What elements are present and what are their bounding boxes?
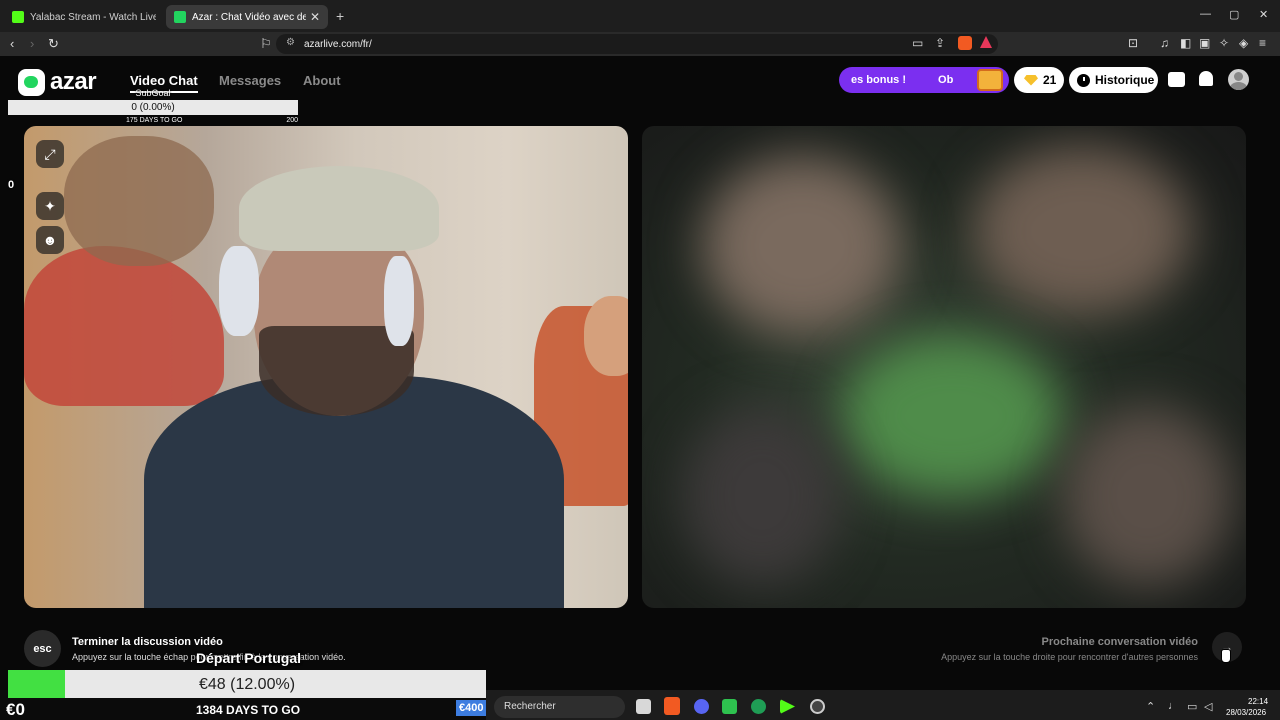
brave-shield-icon[interactable] [958, 36, 972, 50]
leo-ai-icon[interactable]: ✧ [1219, 36, 1229, 50]
wallet-icon[interactable]: ▣ [1199, 36, 1210, 50]
discord-icon[interactable] [694, 699, 709, 714]
network-icon[interactable]: ▭ [1187, 700, 1197, 713]
taskbar-time: 22:14 [1248, 697, 1269, 706]
url-text: azarlive.com/fr/ [304, 38, 372, 50]
partner-video-blurred [642, 126, 1246, 608]
vpn-icon[interactable]: ◈ [1239, 36, 1248, 50]
subgoal-label: SubGoal [135, 88, 171, 98]
donation-goal-bar: €48 (12.00%) [8, 670, 486, 698]
music-icon[interactable]: ♫ [1160, 36, 1169, 50]
tab-kick[interactable]: Yalabac Stream - Watch Live on Kick [4, 5, 164, 29]
effects-wand-icon[interactable]: ✦ [36, 192, 64, 220]
app-flag-icon[interactable] [751, 699, 766, 714]
nav-messages[interactable]: Messages [219, 73, 281, 88]
taskbar-badge: €400 [456, 700, 487, 716]
cast-icon[interactable]: ▭ [912, 36, 923, 50]
tab-title: Yalabac Stream - Watch Live on Kick [30, 11, 156, 23]
task-view-icon[interactable] [636, 699, 651, 714]
painting-face [64, 136, 214, 266]
face-sticker-icon[interactable]: ☻ [36, 226, 64, 254]
minimize-button[interactable]: — [1200, 8, 1211, 20]
app-obs-icon[interactable] [810, 699, 825, 714]
tab-title: Azar : Chat Vidéo avec de no [192, 11, 306, 23]
tray-chevron-icon[interactable]: ⌃ [1146, 700, 1155, 713]
shop-icon[interactable] [1168, 72, 1185, 87]
browser-tab-bar: Yalabac Stream - Watch Live on Kick Azar… [0, 0, 1280, 32]
donation-goal-title: Départ Portugal [196, 650, 302, 666]
gem-icon [1024, 74, 1038, 86]
headphones-left [219, 246, 259, 336]
profile-avatar[interactable] [1228, 69, 1249, 90]
subgoal-footer: 175 DAYS TO GO 200 [8, 115, 298, 127]
close-tab-icon[interactable]: ✕ [310, 10, 320, 24]
clock-icon [1077, 73, 1090, 87]
nav-video-chat[interactable]: Video Chat [130, 73, 198, 93]
brave-browser-icon[interactable] [664, 697, 680, 715]
painting-figure [24, 246, 224, 406]
bonus-text: es bonus ! [851, 74, 907, 86]
subgoal-bar: 0 (0.00%) [8, 100, 298, 115]
taskbar-date: 28/03/2026 [1226, 708, 1267, 717]
bonus-banner[interactable]: es bonus ! Ob [839, 67, 1009, 93]
volume-icon[interactable]: ◁ [1204, 700, 1212, 713]
donation-goal-days: 1384 DAYS TO GO [196, 703, 301, 717]
taskbar-search-input[interactable]: Rechercher [494, 696, 625, 718]
treasure-chest-icon [977, 69, 1003, 91]
blur-patch [682, 406, 842, 586]
next-chat-title: Prochaine conversation vidéo [1041, 636, 1199, 648]
app-green-icon[interactable] [722, 699, 737, 714]
streamer-cap [239, 166, 439, 251]
address-bar[interactable]: ⚙ azarlive.com/fr/ [276, 34, 998, 54]
azar-page: azar Video Chat Messages About es bonus … [0, 56, 1280, 690]
blur-patch [1062, 406, 1232, 586]
maximize-button[interactable]: ▢ [1229, 8, 1239, 21]
gems-button[interactable]: 21 [1014, 67, 1064, 93]
screenshot-icon[interactable]: ⊡ [1128, 36, 1138, 50]
nav-about[interactable]: About [303, 73, 341, 88]
back-icon[interactable]: ‹ [10, 36, 14, 51]
donation-goal-value: €48 (12.00%) [198, 676, 296, 693]
subgoal-max: 200 [286, 117, 298, 124]
bonus-text-2: Ob [938, 74, 954, 86]
self-video: ⤢ ✦ ☻ [24, 126, 628, 608]
browser-toolbar: ‹ › ↻ ⚐ ⚙ azarlive.com/fr/ ▭ ⇪ ⊡ ♫ ◧ ▣ ✧… [0, 32, 1280, 56]
forward-icon[interactable]: › [30, 36, 34, 51]
headphones-right [384, 256, 414, 346]
azar-favicon-icon [174, 11, 186, 23]
close-window-button[interactable]: ✕ [1259, 8, 1268, 21]
painting-face-right [584, 296, 628, 376]
bookmark-icon[interactable]: ⚐ [260, 36, 272, 52]
reload-icon[interactable]: ↻ [48, 36, 59, 52]
history-label: Historique [1095, 73, 1155, 87]
brave-rewards-icon[interactable] [980, 36, 992, 48]
subgoal-min: 0 [8, 179, 15, 191]
share-icon[interactable]: ⇪ [935, 36, 945, 50]
subgoal-overlay: SubGoal 0 (0.00%) 175 DAYS TO GO 200 [8, 88, 298, 127]
next-chat-hint: Appuyez sur la touche droite pour rencon… [941, 652, 1198, 662]
mouse-cursor-icon [1221, 649, 1231, 663]
end-chat-title: Terminer la discussion vidéo [72, 636, 223, 648]
expand-icon[interactable]: ⤢ [36, 140, 64, 168]
blur-patch [972, 146, 1192, 316]
site-settings-icon[interactable]: ⚙ [286, 37, 295, 48]
new-tab-button[interactable]: + [336, 8, 344, 24]
microphone-icon[interactable]: ♩ [1168, 700, 1179, 712]
blur-patch [842, 336, 1062, 496]
menu-icon[interactable]: ≡ [1259, 36, 1266, 50]
kick-favicon-icon [12, 11, 24, 23]
gems-count: 21 [1043, 73, 1057, 87]
notifications-icon[interactable] [1199, 71, 1213, 86]
tab-azar[interactable]: Azar : Chat Vidéo avec de no ✕ [166, 5, 328, 29]
donation-goal-min: €0 [6, 700, 25, 719]
history-button[interactable]: Historique [1069, 67, 1158, 93]
subgoal-days: 175 DAYS TO GO [126, 117, 183, 124]
donation-goal-overlay: €48 (12.00%) Départ Portugal €0 1384 DAY… [0, 648, 486, 720]
sidebar-icon[interactable]: ◧ [1180, 36, 1191, 50]
blur-patch [702, 156, 902, 336]
